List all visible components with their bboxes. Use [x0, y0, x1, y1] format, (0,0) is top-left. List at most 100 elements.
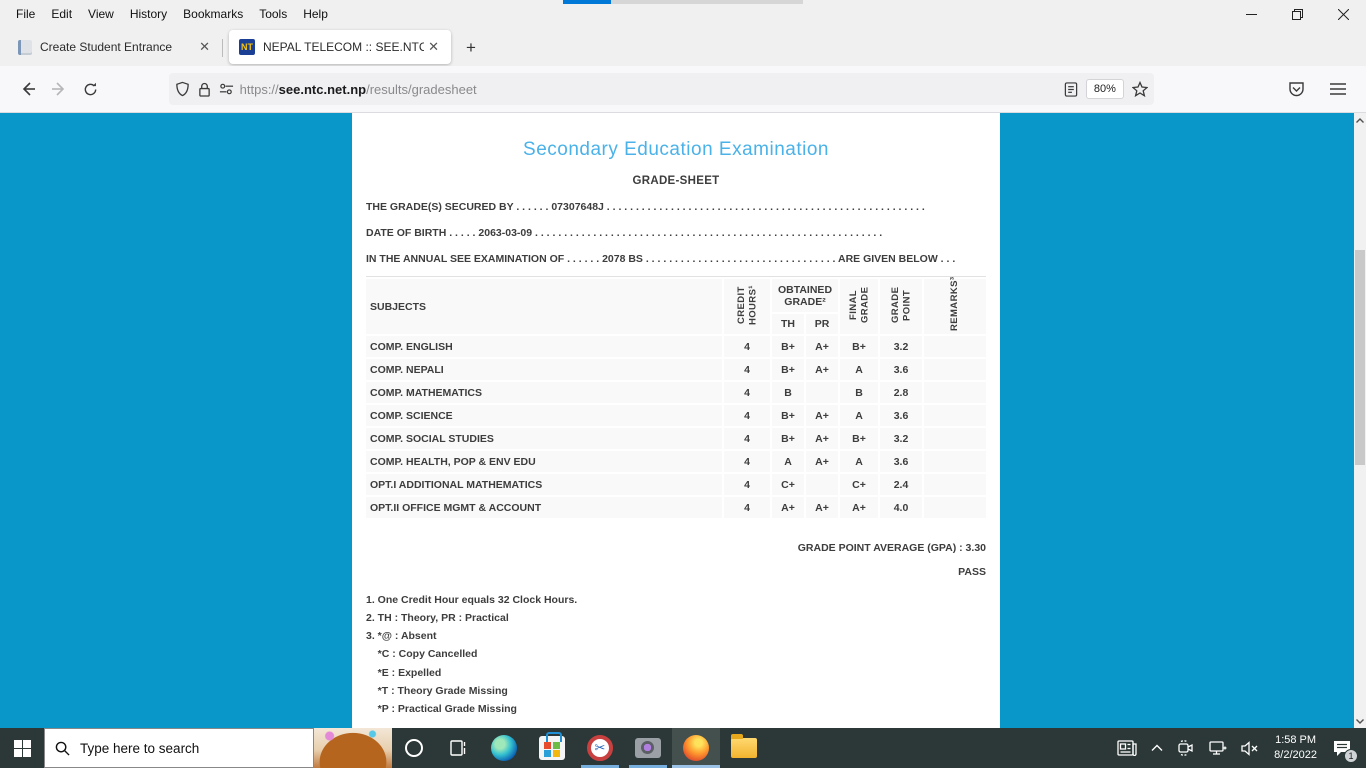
pocket-icon[interactable] [1281, 73, 1313, 105]
tab-close-icon[interactable]: ✕ [424, 37, 443, 57]
examination-line: IN THE ANNUAL SEE EXAMINATION OF . . . .… [366, 253, 986, 265]
credit-hours-value: 4 [724, 451, 770, 472]
tab-create-student-entrance[interactable]: Create Student Entrance ✕ [8, 30, 222, 64]
menu-item[interactable]: Bookmarks [175, 3, 251, 25]
document-favicon-icon [18, 40, 32, 55]
taskbar-app-snipping-tool[interactable]: ✂ [576, 728, 624, 768]
header-grade-point: GRADE POINT [880, 279, 922, 334]
theory-grade-value: B+ [772, 428, 804, 449]
credit-hours-value: 4 [724, 359, 770, 380]
cortana-icon [405, 739, 423, 757]
taskbar-clock[interactable]: 1:58 PM 8/2/2022 [1266, 733, 1325, 763]
practical-grade-value: A+ [806, 451, 838, 472]
reload-button[interactable] [75, 73, 107, 105]
taskbar-app-store[interactable] [528, 728, 576, 768]
notification-center-button[interactable]: 1 [1325, 728, 1366, 768]
practical-grade-value [806, 382, 838, 403]
vertical-scrollbar[interactable] [1354, 113, 1366, 728]
task-view-button[interactable] [436, 728, 480, 768]
subject-name: OPT.I ADDITIONAL MATHEMATICS [366, 474, 722, 495]
gradesheet-card: Secondary Education Examination GRADE-SH… [352, 113, 1000, 728]
tab-close-icon[interactable]: ✕ [195, 37, 214, 57]
app-menu-icon[interactable] [1322, 73, 1354, 105]
subject-name: COMP. HEALTH, POP & ENV EDU [366, 451, 722, 472]
network-status-icon[interactable] [1202, 728, 1234, 768]
menu-item[interactable]: View [80, 3, 122, 25]
scroll-up-icon[interactable] [1354, 113, 1366, 127]
theory-grade-value: A+ [772, 497, 804, 518]
subject-name: COMP. NEPALI [366, 359, 722, 380]
final-grade-value: A [840, 405, 878, 426]
file-explorer-icon [731, 738, 757, 758]
final-grade-value: A [840, 451, 878, 472]
grade-point-value: 3.2 [880, 336, 922, 357]
start-button[interactable] [0, 728, 44, 768]
windows-taskbar: Type here to search ✂ [0, 728, 1366, 768]
menu-item[interactable]: Help [295, 3, 336, 25]
meet-now-icon[interactable] [1170, 728, 1202, 768]
news-widget-button[interactable] [1110, 728, 1144, 768]
forward-button[interactable] [44, 73, 76, 105]
subject-row: OPT.I ADDITIONAL MATHEMATICS 4 C+ C+ 2.4 [366, 474, 986, 495]
date-of-birth-line: DATE OF BIRTH . . . . . 2063-03-09 . . .… [366, 227, 986, 239]
theory-grade-value: B [772, 382, 804, 403]
taskbar-app-camera[interactable] [624, 728, 672, 768]
credit-hours-value: 4 [724, 382, 770, 403]
grade-point-value: 3.2 [880, 428, 922, 449]
page-title: Secondary Education Examination [366, 139, 986, 161]
tab-title: NEPAL TELECOM :: SEE.NTC.NET [263, 40, 424, 54]
practical-grade-value: A+ [806, 359, 838, 380]
search-placeholder: Type here to search [80, 741, 199, 756]
footnotes: 1. One Credit Hour equals 32 Clock Hours… [366, 594, 986, 716]
taskbar-app-file-explorer[interactable] [720, 728, 768, 768]
lock-icon[interactable] [198, 82, 211, 97]
new-tab-button[interactable]: + [457, 34, 485, 62]
page-subtitle: GRADE-SHEET [366, 175, 986, 187]
url-bar[interactable]: https://see.ntc.net.np/results/gradeshee… [169, 73, 1154, 105]
tab-nepal-telecom[interactable]: NT NEPAL TELECOM :: SEE.NTC.NET ✕ [229, 30, 451, 64]
subject-name: COMP. ENGLISH [366, 336, 722, 357]
taskbar-search-input[interactable]: Type here to search [44, 728, 314, 768]
volume-muted-icon[interactable] [1234, 728, 1266, 768]
zoom-level-badge[interactable]: 80% [1086, 79, 1124, 99]
shield-icon[interactable] [175, 81, 190, 97]
taskbar-app-edge[interactable] [480, 728, 528, 768]
menu-item[interactable]: File [8, 3, 43, 25]
minimize-button[interactable] [1228, 0, 1274, 28]
close-button[interactable] [1320, 0, 1366, 28]
menu-bar: FileEditViewHistoryBookmarksToolsHelp [0, 0, 336, 28]
taskbar-app-firefox[interactable] [672, 728, 720, 768]
subject-row: COMP. HEALTH, POP & ENV EDU 4 A A+ A 3.6 [366, 451, 986, 472]
grade-point-value: 2.8 [880, 382, 922, 403]
bookmark-star-icon[interactable] [1132, 81, 1148, 97]
gpa-line: GRADE POINT AVERAGE (GPA) : 3.30 [366, 542, 986, 554]
ntc-favicon-icon: NT [239, 39, 255, 55]
credit-hours-value: 4 [724, 497, 770, 518]
back-button[interactable] [12, 73, 44, 105]
final-grade-value: B [840, 382, 878, 403]
footnote-line: *P : Practical Grade Missing [366, 703, 986, 716]
menu-item[interactable]: History [122, 3, 175, 25]
header-pr: PR [806, 314, 838, 334]
tray-chevron-up-icon[interactable] [1144, 728, 1170, 768]
scrollbar-thumb[interactable] [1355, 250, 1365, 465]
restore-button[interactable] [1274, 0, 1320, 28]
tab-separator [222, 39, 223, 57]
credit-hours-value: 4 [724, 428, 770, 449]
url-text[interactable]: https://see.ntc.net.np/results/gradeshee… [240, 82, 1064, 97]
permissions-icon[interactable] [219, 82, 234, 96]
reader-mode-icon[interactable] [1064, 82, 1078, 97]
menu-item[interactable]: Edit [43, 3, 80, 25]
remarks-value [924, 474, 986, 495]
search-highlights-widget[interactable] [314, 728, 392, 768]
footnote-line: 2. TH : Theory, PR : Practical [366, 612, 986, 625]
remarks-value [924, 336, 986, 357]
cortana-button[interactable] [392, 728, 436, 768]
theory-grade-value: B+ [772, 359, 804, 380]
clock-time: 1:58 PM [1274, 733, 1317, 748]
theory-grade-value: C+ [772, 474, 804, 495]
scroll-down-icon[interactable] [1354, 714, 1366, 728]
menu-item[interactable]: Tools [251, 3, 295, 25]
snipping-tool-icon: ✂ [587, 735, 613, 761]
remarks-value [924, 497, 986, 518]
